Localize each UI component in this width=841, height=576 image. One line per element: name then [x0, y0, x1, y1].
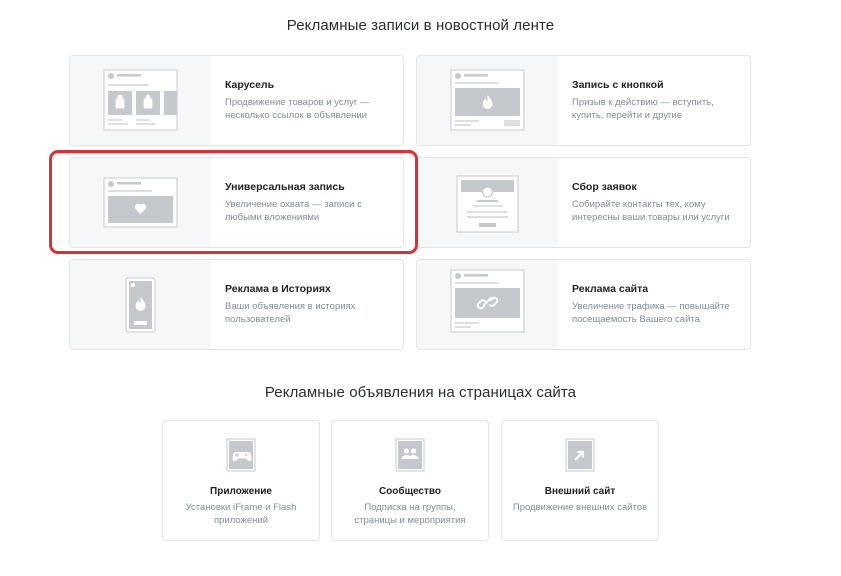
site-ad-preview-icon: [417, 260, 558, 349]
feed-section-title: Рекламные записи в новостной ленте: [286, 17, 555, 34]
card-description: Призыв к действию — вступить, купить, пе…: [572, 97, 714, 121]
card-title: Реклама сайта: [572, 283, 649, 295]
card-title: Реклама в Историях: [225, 283, 331, 295]
card-description: Установки iFrame и Flash приложений: [185, 502, 297, 526]
card-title: Приложение: [210, 486, 272, 497]
button-post-ad-card[interactable]: Запись с кнопкой Призыв к действию — вст…: [416, 55, 751, 146]
people-icon: [395, 438, 425, 472]
stories-preview-icon: [70, 260, 211, 349]
card-title: Карусель: [225, 79, 275, 91]
card-title: Запись с кнопкой: [572, 79, 664, 91]
universal-post-preview-icon: [70, 158, 211, 247]
card-title: Сообщество: [378, 486, 442, 497]
card-description: Продвижение внешних сайтов: [512, 502, 648, 513]
stories-ad-card[interactable]: Реклама в Историях Ваши объявления в ист…: [69, 259, 404, 350]
card-description: Увеличение охвата — записи с любыми влож…: [225, 199, 362, 223]
card-description: Увеличение трафика — повышайте посещаемо…: [572, 301, 730, 325]
gamepad-icon: [226, 438, 256, 472]
lead-form-preview-icon: [417, 158, 558, 247]
card-description: Ваши объявления в историях пользователей: [225, 301, 356, 325]
carousel-ad-card[interactable]: Карусель Продвижение товаров и услуг — н…: [69, 55, 404, 146]
site-ad-card[interactable]: Реклама сайта Увеличение трафика — повыш…: [416, 259, 751, 350]
community-ad-card[interactable]: Сообщество Подписка на группы, страницы …: [331, 420, 489, 541]
external-link-icon: [565, 438, 595, 472]
universal-post-ad-card[interactable]: Универсальная запись Увеличение охвата —…: [69, 157, 404, 248]
button-post-preview-icon: [417, 56, 558, 145]
card-title: Универсальная запись: [225, 181, 345, 193]
site-section-title: Рекламные объявления на страницах сайта: [264, 384, 577, 401]
card-title: Внешний сайт: [544, 486, 616, 497]
card-description: Собирайте контакты тех, кому интересны в…: [572, 199, 730, 223]
card-description: Подписка на группы, страницы и мероприят…: [354, 502, 466, 526]
card-title: Сбор заявок: [572, 181, 637, 193]
app-ad-card[interactable]: Приложение Установки iFrame и Flash прил…: [162, 420, 320, 541]
lead-form-ad-card[interactable]: Сбор заявок Собирайте контакты тех, кому…: [416, 157, 751, 248]
external-site-ad-card[interactable]: Внешний сайт Продвижение внешних сайтов: [501, 420, 659, 541]
card-description: Продвижение товаров и услуг — несколько …: [225, 97, 370, 121]
carousel-preview-icon: [70, 56, 211, 145]
